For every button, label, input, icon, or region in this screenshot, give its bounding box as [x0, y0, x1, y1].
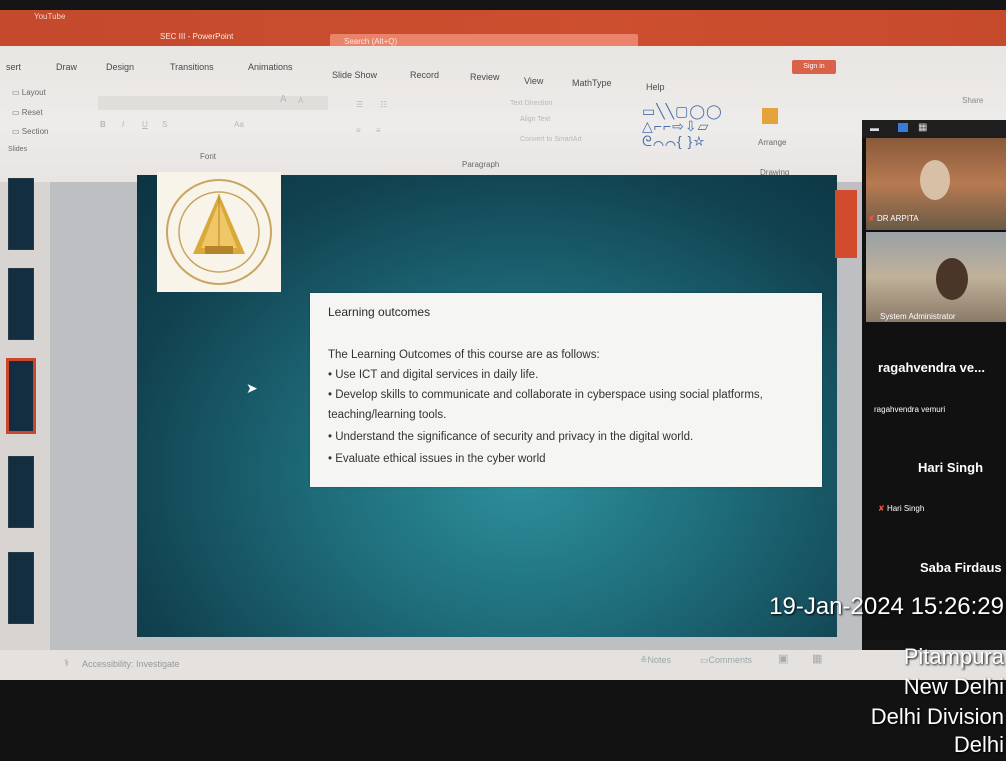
section-button[interactable]: ▭ Section: [12, 127, 48, 136]
photo-location-line: Delhi Division: [870, 704, 1004, 729]
paragraph-group-label: Paragraph: [462, 160, 500, 169]
window-title: SEC III - PowerPoint: [160, 32, 234, 41]
participant-video-tile[interactable]: [866, 232, 1006, 322]
slide-thumbnail[interactable]: [8, 268, 34, 340]
university-logo: [157, 172, 281, 292]
mouse-cursor-icon: ➤: [246, 380, 258, 396]
emblem-icon: [166, 179, 272, 285]
participant-name: System Administrator: [880, 312, 956, 321]
arrange-button[interactable]: Arrange: [758, 138, 786, 147]
slide-thumbnail[interactable]: [8, 552, 34, 624]
text-direction-button[interactable]: Text Direction: [510, 100, 552, 107]
grid-view-icon[interactable]: ▦: [918, 122, 927, 133]
muted-mic-icon: ✘: [878, 504, 887, 513]
tab-review[interactable]: Review: [470, 72, 500, 82]
comments-icon: ▭: [700, 655, 709, 665]
participant-name-large: Saba Firdaus: [920, 560, 1002, 575]
slide-title: Learning outcomes: [328, 305, 431, 319]
participant-name: ragahvendra vemuri: [874, 405, 946, 414]
numbering-button[interactable]: ☷: [380, 100, 387, 109]
photo-location-line: New Delhi: [903, 674, 1004, 699]
reset-button[interactable]: ▭ Reset: [12, 108, 43, 117]
center-button[interactable]: ≡: [376, 126, 381, 135]
monitor-bezel: [0, 680, 1006, 761]
tab-help[interactable]: Help: [646, 82, 665, 92]
content-textbox[interactable]: Learning outcomes The Learning Outcomes …: [310, 293, 822, 487]
bullet-item: • Understand the significance of securit…: [328, 431, 694, 443]
strikethrough-button[interactable]: S: [162, 120, 167, 129]
slide-thumbnail-active[interactable]: [6, 358, 36, 434]
photo-timestamp: 19-Jan-2024 15:26:29: [769, 593, 1004, 620]
participant-name: ✘ Hari Singh: [878, 504, 925, 513]
accessibility-status[interactable]: Accessibility: Investigate: [82, 659, 180, 669]
tab-record[interactable]: Record: [410, 70, 439, 80]
tab-insert[interactable]: sert: [6, 62, 21, 72]
font-name-dropdown[interactable]: [98, 96, 328, 110]
align-text-button[interactable]: Align Text: [520, 116, 550, 123]
notes-button[interactable]: ≙Notes: [640, 655, 671, 666]
notes-icon: ≙: [640, 655, 648, 665]
participant-avatar: [936, 258, 968, 300]
tab-draw[interactable]: Draw: [56, 62, 77, 72]
participant-name: ✘ DR ARPITA: [868, 214, 919, 223]
speaker-view-icon[interactable]: [898, 123, 908, 132]
bullet-item: • Evaluate ethical issues in the cyber w…: [328, 453, 546, 465]
bullet-item: • Use ICT and digital services in daily …: [328, 369, 539, 381]
underline-button[interactable]: U: [142, 120, 148, 129]
comments-button[interactable]: ▭Comments: [700, 655, 752, 666]
muted-mic-icon: ✘: [868, 214, 877, 223]
tab-slide-show[interactable]: Slide Show: [332, 70, 377, 80]
minimize-icon[interactable]: ▬: [870, 123, 879, 133]
slide-thumbnail[interactable]: [8, 456, 34, 528]
change-case-button[interactable]: Aa: [234, 120, 244, 129]
tab-animations[interactable]: Animations: [248, 62, 293, 72]
bullet-item: • Develop skills to communicate and coll…: [328, 389, 763, 401]
section-icon: ▭: [12, 127, 22, 136]
accessibility-icon: ⚕: [64, 658, 70, 669]
slide-intro: The Learning Outcomes of this course are…: [328, 349, 600, 361]
participant-name-large: ragahvendra ve...: [878, 360, 985, 375]
slide-sorter-icon[interactable]: ▦: [812, 652, 822, 665]
font-group-label: Font: [200, 152, 217, 161]
slide-accent-bar: [835, 190, 857, 258]
convert-smartart-button[interactable]: Convert to SmartArt: [520, 136, 582, 143]
align-left-button[interactable]: ≡: [356, 126, 361, 135]
tab-view[interactable]: View: [524, 76, 543, 86]
ribbon: [0, 46, 1006, 182]
slide-thumbnail[interactable]: [8, 178, 34, 250]
video-panel-toolbar: ▬ ▦: [862, 120, 1006, 138]
bullet-item: teaching/learning tools.: [328, 409, 447, 421]
participant-avatar: [920, 160, 950, 200]
slides-group-label: Slides: [8, 146, 28, 153]
arrange-icon: [762, 108, 778, 124]
italic-button[interactable]: I: [122, 120, 124, 129]
shapes-gallery[interactable]: ▭╲╲▢◯◯ △⌐⌐⇨⇩▱ ᘓ⌒⌒{ }☆: [642, 104, 723, 149]
bold-button[interactable]: B: [100, 120, 106, 129]
shrink-font-button[interactable]: A: [298, 96, 303, 105]
participant-name-large: Hari Singh: [918, 460, 984, 475]
share-button[interactable]: Share: [962, 96, 983, 105]
photo-location-line: Pitampura: [903, 644, 1004, 669]
tab-mathtype[interactable]: MathType: [572, 78, 612, 88]
browser-tab-label[interactable]: YouTube: [34, 12, 65, 21]
layout-icon: ▭: [12, 88, 22, 97]
reset-icon: ▭: [12, 108, 22, 117]
photo-location-line: Delhi: [953, 732, 1004, 757]
layout-button[interactable]: ▭ Layout: [12, 88, 46, 97]
normal-view-icon[interactable]: ▣: [778, 652, 788, 665]
grow-font-button[interactable]: A: [280, 94, 287, 105]
tab-design[interactable]: Design: [106, 62, 134, 72]
tab-transitions[interactable]: Transitions: [170, 62, 214, 72]
search-placeholder: Search (Alt+Q): [344, 37, 398, 46]
bullets-button[interactable]: ☰: [356, 100, 363, 109]
sign-in-button[interactable]: Sign in: [792, 60, 836, 74]
